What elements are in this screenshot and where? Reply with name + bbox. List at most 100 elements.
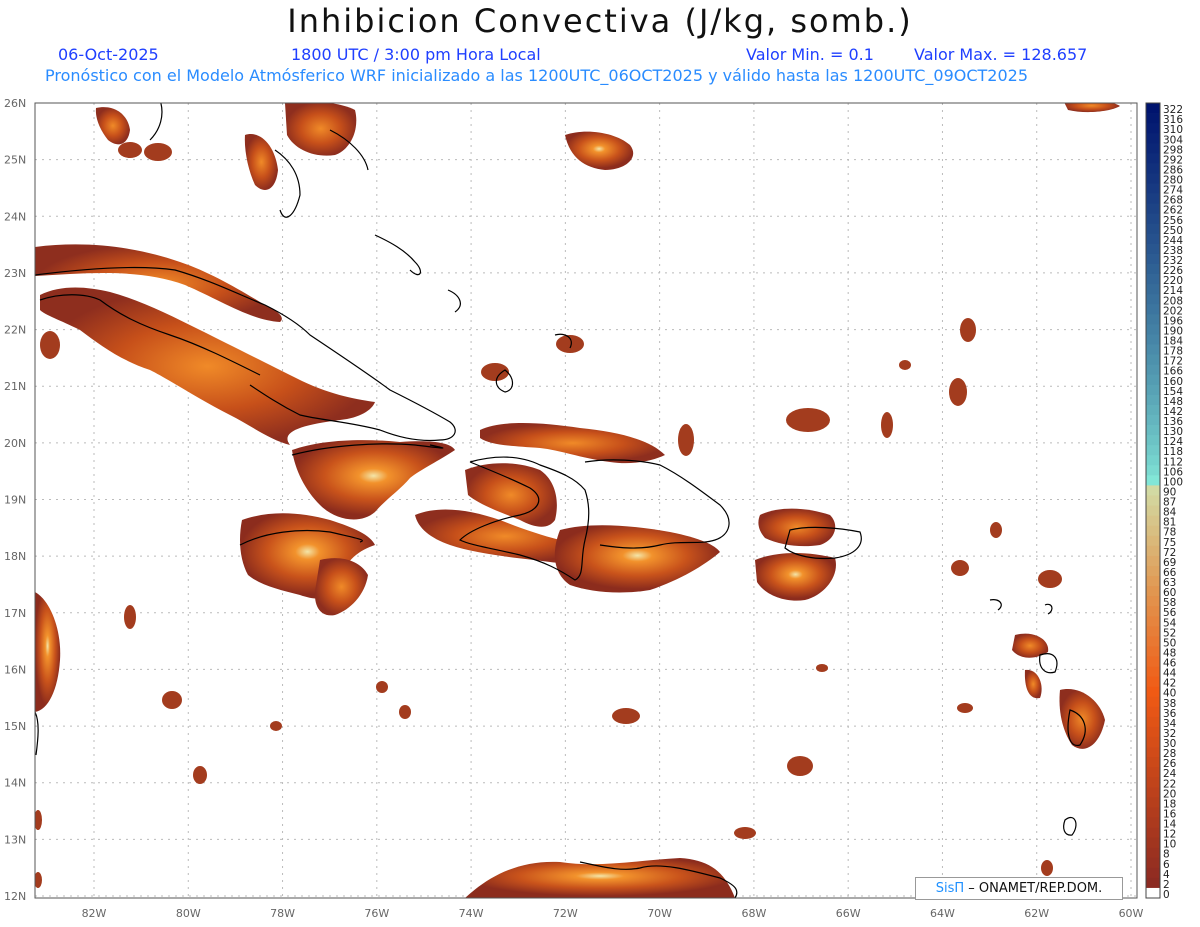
colorbar-swatch (1146, 163, 1160, 174)
colorbar-swatch (1146, 475, 1160, 486)
colorbar-swatch (1146, 837, 1160, 849)
lon-label: 62W (1024, 907, 1049, 920)
colorbar-swatch (1146, 726, 1160, 738)
lon-label: 76W (364, 907, 389, 920)
colorbar-swatch (1146, 716, 1160, 728)
colorbar-swatch (1146, 193, 1160, 205)
colorbar-swatch (1146, 736, 1160, 748)
lat-label: 16N (4, 663, 26, 676)
colorbar-swatch (1146, 767, 1160, 778)
colorbar-swatch (1146, 817, 1160, 828)
colorbar-swatch (1146, 877, 1160, 889)
colorbar-swatch (1146, 314, 1160, 325)
colorbar-swatch (1146, 153, 1160, 164)
colorbar-swatch (1146, 676, 1160, 688)
colorbar-swatch (1146, 565, 1160, 577)
colorbar-swatch (1146, 394, 1160, 406)
colorbar-swatch (1146, 143, 1160, 154)
colorbar-swatch (1146, 686, 1160, 698)
lat-label: 19N (4, 494, 26, 507)
forecast-map: 26N 25N 24N 23N 22N 21N 20N 19N 18N 17N 16N 15N 14N 1… (4, 97, 1183, 920)
colorbar-swatch (1146, 414, 1160, 426)
colorbar-swatch (1146, 445, 1160, 456)
latitude-labels: 26N 25N 24N 23N 22N 21N 20N 19N 18N 17N 16N 15N 14N 1… (4, 97, 26, 903)
colorbar-swatch (1146, 887, 1160, 899)
lon-label: 74W (459, 907, 484, 920)
colorbar-swatch (1146, 596, 1160, 607)
colorbar-swatch (1146, 133, 1160, 144)
lat-label: 25N (4, 154, 26, 167)
colorbar-swatch (1146, 777, 1160, 788)
colorbar-swatch (1146, 113, 1160, 124)
colorbar-swatch (1146, 616, 1160, 627)
colorbar-swatch (1146, 545, 1160, 557)
colorbar-swatch (1146, 807, 1160, 818)
colorbar-swatch (1146, 696, 1160, 708)
colorbar-swatch (1146, 404, 1160, 416)
colorbar-swatch (1146, 123, 1160, 134)
lat-label: 20N (4, 437, 26, 450)
colorbar-swatch (1146, 757, 1160, 768)
colorbar-swatch (1146, 787, 1160, 798)
colorbar-swatch (1146, 354, 1160, 366)
lat-label: 21N (4, 380, 26, 393)
colorbar-swatch (1146, 364, 1160, 376)
colorbar-swatch (1146, 867, 1160, 879)
colorbar-swatch (1146, 183, 1160, 194)
colorbar-swatch (1146, 233, 1160, 245)
lon-label: 68W (741, 907, 766, 920)
lon-label: 82W (82, 907, 107, 920)
colorbar-swatch (1146, 606, 1160, 617)
colorbar-swatch (1146, 555, 1160, 567)
colorbar-swatch (1146, 636, 1160, 647)
lon-label: 66W (836, 907, 861, 920)
colorbar-swatch (1146, 575, 1160, 587)
colorbar-swatch (1146, 374, 1160, 386)
colorbar-swatch (1146, 103, 1160, 114)
colorbar-swatch (1146, 203, 1160, 215)
lat-label: 15N (4, 720, 26, 733)
colorbar-swatch (1146, 304, 1160, 315)
colorbar-swatch (1146, 656, 1160, 667)
lat-label: 26N (4, 97, 26, 110)
colorbar-swatch (1146, 465, 1160, 476)
colorbar-swatch (1146, 435, 1160, 446)
colorbar-swatch (1146, 586, 1160, 597)
colorbar-swatch (1146, 284, 1160, 295)
colorbar-swatch (1146, 243, 1160, 255)
cin-field (35, 103, 1120, 898)
colorbar-swatch (1146, 173, 1160, 184)
colorbar-swatch (1146, 344, 1160, 355)
colorbar-swatch (1146, 274, 1160, 285)
lat-label: 14N (4, 777, 26, 790)
credit-brand: SisΠ (935, 881, 965, 896)
colorbar-swatch (1146, 646, 1160, 657)
lat-label: 12N (4, 890, 26, 903)
lon-label: 72W (553, 907, 578, 920)
lat-label: 17N (4, 607, 26, 620)
colorbar-swatch (1146, 455, 1160, 466)
colorbar-swatch (1146, 847, 1160, 859)
colorbar-swatch (1146, 626, 1160, 637)
lon-label: 64W (930, 907, 955, 920)
colorbar-label: 0 (1163, 889, 1170, 901)
lon-label: 60W (1119, 907, 1144, 920)
colorbar-swatch (1146, 797, 1160, 808)
colorbar-swatch (1146, 294, 1160, 305)
lon-label: 70W (647, 907, 672, 920)
lat-label: 22N (4, 324, 26, 337)
colorbar-swatch (1146, 515, 1160, 527)
colorbar-swatch (1146, 495, 1160, 506)
colorbar-swatch (1146, 747, 1160, 758)
colorbar-swatch (1146, 334, 1160, 345)
credit-text: – ONAMET/REP.DOM. (964, 881, 1103, 896)
colorbar-swatch (1146, 706, 1160, 718)
lat-label: 24N (4, 210, 26, 223)
colorbar: 3223163103042982922862802742682622562502… (1145, 102, 1183, 901)
colorbar-swatch (1146, 213, 1160, 225)
colorbar-swatch (1146, 264, 1160, 275)
lon-label: 80W (176, 907, 201, 920)
credit-box: SisΠ – ONAMET/REP.DOM. (915, 877, 1123, 900)
lon-label: 78W (270, 907, 295, 920)
colorbar-swatch (1146, 223, 1160, 235)
